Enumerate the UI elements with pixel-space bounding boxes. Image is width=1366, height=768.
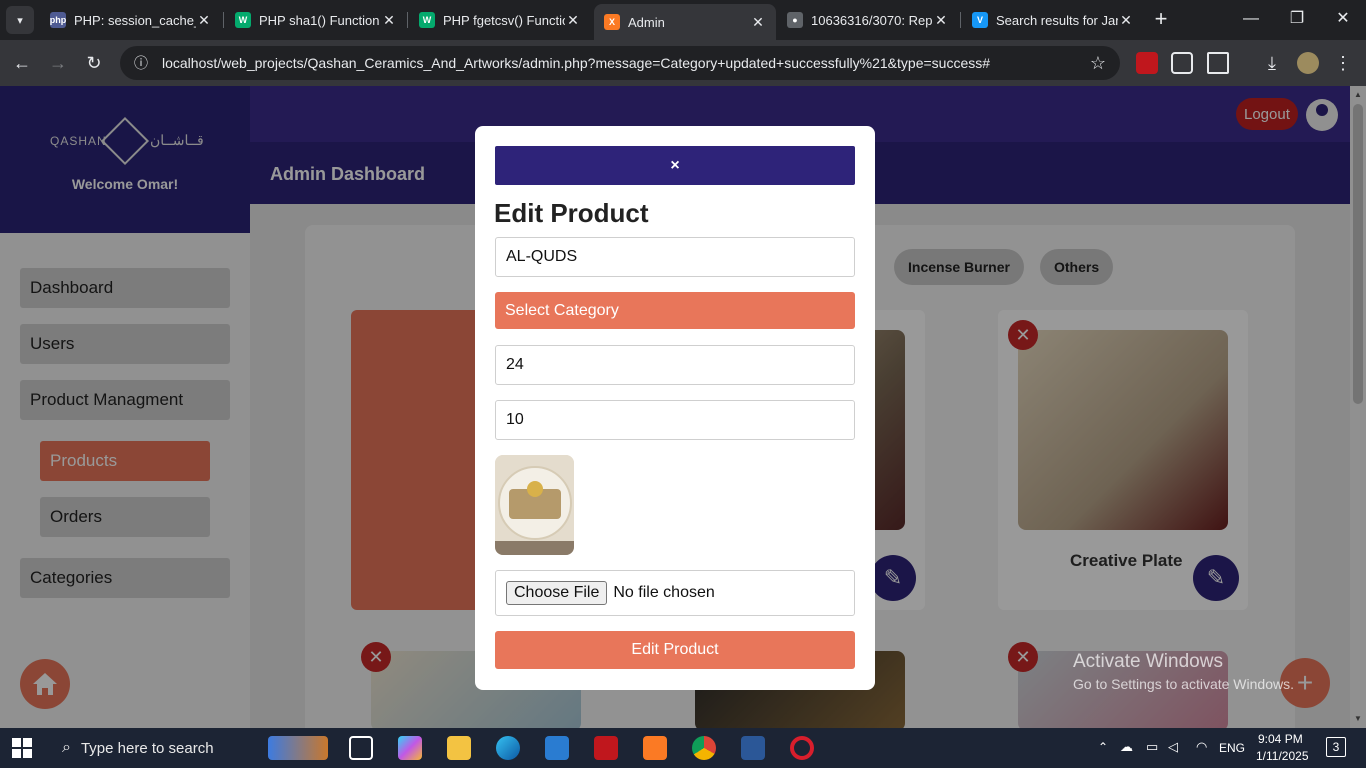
reading-mode-icon[interactable]: [1171, 52, 1193, 74]
url-text[interactable]: localhost/web_projects/Qashan_Ceramics_A…: [162, 55, 1090, 71]
volume-icon[interactable]: ◁: [1168, 739, 1178, 755]
forward-icon[interactable]: →: [47, 52, 69, 74]
category-select[interactable]: Select Category: [495, 292, 855, 329]
product-thumbnail: [495, 455, 574, 555]
activate-windows-subtitle: Go to Settings to activate Windows.: [1073, 676, 1294, 692]
tab-search-button[interactable]: ▾: [6, 6, 34, 34]
address-bar[interactable]: ⓘ localhost/web_projects/Qashan_Ceramics…: [120, 46, 1120, 80]
tab-admin[interactable]: X Admin ✕: [594, 4, 776, 40]
notification-count: 3: [1332, 740, 1340, 754]
site-info-icon[interactable]: ⓘ: [134, 53, 148, 73]
vuetify-icon: V: [972, 12, 988, 28]
windows-taskbar: ⌕ Type here to search ⌃ ☁ ▭ ◁ ◠ ENG 9:04…: [0, 728, 1366, 768]
product-price-input[interactable]: [495, 345, 855, 385]
w3schools-icon: W: [419, 12, 435, 28]
word-icon[interactable]: [741, 736, 765, 760]
tab-separator: [223, 12, 224, 28]
close-tab-icon[interactable]: ✕: [381, 12, 397, 29]
browser-tab-bar: ▾ php PHP: session_cache_e ✕ W PHP sha1(…: [0, 0, 1366, 40]
close-window-icon[interactable]: ✕: [1332, 8, 1354, 30]
onedrive-icon[interactable]: ☁: [1120, 739, 1133, 755]
activate-windows-title: Activate Windows: [1073, 651, 1223, 672]
file-status-text: No file chosen: [613, 584, 715, 601]
php-icon: php: [50, 12, 66, 28]
profile-avatar-icon[interactable]: [1297, 52, 1319, 74]
search-icon: ⌕: [62, 739, 71, 756]
wifi-icon[interactable]: ◠: [1196, 739, 1207, 755]
edge-icon[interactable]: [496, 736, 520, 760]
tab-separator: [960, 12, 961, 28]
tab-php-sha1[interactable]: W PHP sha1() Function ✕: [225, 4, 407, 36]
w3schools-icon: W: [235, 12, 251, 28]
close-tab-icon[interactable]: ✕: [196, 12, 212, 29]
xampp-icon[interactable]: [643, 736, 667, 760]
xampp-icon: X: [604, 14, 620, 30]
battery-icon[interactable]: ▭: [1146, 739, 1158, 755]
bookmark-star-icon[interactable]: ☆: [1090, 53, 1106, 74]
new-tab-icon[interactable]: +: [1150, 8, 1172, 30]
tab-title: PHP sha1() Function: [259, 12, 380, 28]
copilot-icon[interactable]: [398, 736, 422, 760]
edit-product-submit-button[interactable]: Edit Product: [495, 631, 855, 669]
language-indicator[interactable]: ENG: [1219, 741, 1245, 755]
modal-close-button[interactable]: ×: [495, 146, 855, 185]
download-icon[interactable]: ⤓: [1261, 52, 1283, 74]
tab-title: 10636316/3070: Rep: [811, 12, 933, 28]
restore-icon[interactable]: ❐: [1286, 8, 1308, 30]
windows-start-icon[interactable]: [12, 738, 32, 758]
opera-icon[interactable]: [790, 736, 814, 760]
product-quantity-input[interactable]: [495, 400, 855, 440]
tab-separator: [407, 12, 408, 28]
tray-chevron-icon[interactable]: ⌃: [1098, 740, 1108, 754]
extensions-icon[interactable]: [1207, 52, 1229, 74]
minimize-icon[interactable]: —: [1240, 8, 1262, 30]
tab-php-fgetcsv[interactable]: W PHP fgetcsv() Functio ✕: [409, 4, 591, 36]
chrome-icon[interactable]: [692, 736, 716, 760]
tab-php-session[interactable]: php PHP: session_cache_e ✕: [40, 4, 222, 36]
close-tab-icon[interactable]: ✕: [750, 14, 766, 31]
file-explorer-icon[interactable]: [447, 736, 471, 760]
edit-product-modal: × Edit Product Select Category Choose Fi…: [475, 126, 875, 690]
close-tab-icon[interactable]: ✕: [565, 12, 581, 29]
tab-title: Admin: [628, 14, 665, 30]
close-tab-icon[interactable]: ✕: [1118, 12, 1134, 29]
browser-toolbar: ← → ↻ ⓘ localhost/web_projects/Qashan_Ce…: [0, 40, 1366, 86]
task-view-icon[interactable]: [349, 736, 373, 760]
taskbar-search-placeholder: Type here to search: [80, 739, 214, 757]
tab-search-results[interactable]: V Search results for Jar ✕: [962, 4, 1144, 36]
close-tab-icon[interactable]: ✕: [933, 12, 949, 29]
product-name-input[interactable]: [495, 237, 855, 277]
notifications-icon[interactable]: 3: [1326, 737, 1346, 757]
vscode-icon[interactable]: [545, 736, 569, 760]
reload-icon[interactable]: ↻: [83, 52, 105, 74]
pdf-extension-icon[interactable]: [1136, 52, 1158, 74]
clock-date[interactable]: 1/11/2025: [1256, 749, 1309, 763]
page-viewport: QASHAN قــاشــان Welcome Omar! Dashboard…: [0, 86, 1366, 728]
modal-title: Edit Product: [494, 198, 649, 228]
tab-title: PHP fgetcsv() Functio: [443, 12, 565, 28]
acrobat-icon[interactable]: [594, 736, 618, 760]
back-icon[interactable]: ←: [11, 52, 33, 74]
file-upload-field[interactable]: Choose File No file chosen: [495, 570, 855, 616]
tab-title: PHP: session_cache_e: [74, 12, 196, 28]
git-icon: ●: [787, 12, 803, 28]
tab-title: Search results for Jar: [996, 12, 1118, 28]
clock-time[interactable]: 9:04 PM: [1258, 732, 1303, 746]
news-widget-icon[interactable]: [268, 736, 328, 760]
choose-file-button[interactable]: Choose File: [506, 581, 608, 605]
tab-repo[interactable]: ● 10636316/3070: Rep ✕: [777, 4, 959, 36]
plate-image-icon: [495, 455, 574, 555]
menu-kebab-icon[interactable]: ⋮: [1332, 52, 1354, 74]
